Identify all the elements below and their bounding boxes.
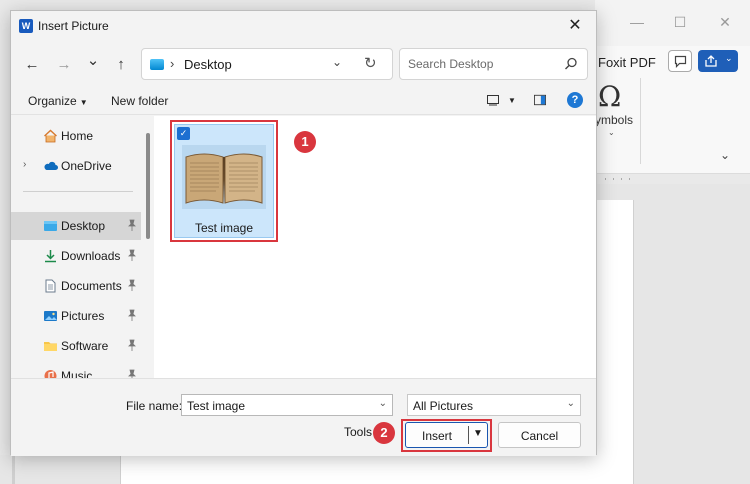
sidebar-item-label: Home	[61, 129, 94, 143]
music-icon	[44, 370, 57, 378]
navigation-bar: ← → ⌄ ↑ › Desktop ⌄ ↻	[11, 41, 596, 87]
ruler	[605, 178, 630, 180]
back-arrow-icon[interactable]: ←	[21, 54, 43, 76]
file-type-value: All Pictures	[413, 399, 474, 413]
chevron-down-icon: ⌄	[566, 398, 575, 409]
recent-locations-icon[interactable]: ⌄	[82, 50, 104, 72]
sidebar-item-label: Documents	[61, 279, 122, 293]
preview-pane-icon[interactable]	[534, 94, 546, 106]
document-page[interactable]	[595, 200, 634, 484]
pin-icon[interactable]	[127, 369, 137, 378]
vertical-ruler	[12, 455, 15, 484]
cloud-icon	[44, 161, 58, 170]
file-name-combobox[interactable]: ⌄	[181, 394, 393, 416]
highlight-box	[170, 120, 278, 242]
breadcrumb-desktop[interactable]: Desktop	[184, 57, 232, 72]
help-icon[interactable]: ?	[567, 92, 583, 108]
sidebar-item-label: Music	[61, 369, 93, 378]
dialog-footer: File name: ⌄ All Pictures ⌄ Tools 2 Inse…	[11, 378, 596, 456]
pin-icon[interactable]	[127, 339, 137, 351]
view-options-icon[interactable]	[487, 94, 499, 106]
chevron-down-icon[interactable]: ⌄	[332, 55, 342, 69]
word-app-icon: W	[19, 19, 33, 33]
pin-icon[interactable]	[127, 219, 137, 231]
cancel-button[interactable]: Cancel	[498, 422, 581, 448]
breadcrumb-separator[interactable]: ›	[170, 56, 174, 71]
share-button[interactable]: ⌄	[698, 50, 738, 72]
ribbon-divider	[640, 78, 641, 164]
sidebar-item-label: Pictures	[61, 309, 105, 323]
comments-button[interactable]	[668, 50, 692, 72]
document-icon	[45, 279, 56, 293]
folder-icon	[44, 342, 57, 351]
pin-icon[interactable]	[127, 309, 137, 321]
file-name-input[interactable]	[185, 398, 365, 414]
refresh-icon[interactable]: ↻	[364, 54, 377, 72]
sidebar-item-pictures[interactable]: Pictures	[11, 302, 141, 330]
tools-menu[interactable]: Tools	[344, 425, 372, 439]
sidebar-divider	[23, 191, 133, 192]
chevron-right-icon[interactable]: ›	[23, 159, 26, 170]
sidebar-item-label: Desktop	[61, 219, 106, 233]
foxit-pdf-tab[interactable]: Foxit PDF	[598, 55, 656, 70]
minimize-icon[interactable]: —	[629, 14, 645, 30]
highlight-box	[401, 419, 492, 452]
dialog-title: Insert Picture	[38, 19, 109, 33]
sidebar-scrollbar[interactable]	[146, 133, 150, 239]
comment-icon	[674, 55, 687, 68]
symbols-label[interactable]: ymbols	[595, 113, 633, 127]
organize-label: Organize	[28, 94, 77, 108]
address-bar[interactable]: › Desktop ⌄ ↻	[141, 48, 393, 80]
navigation-pane: Home › OneDrive Desktop Downloads Docume…	[11, 116, 144, 378]
pictures-icon	[44, 311, 57, 321]
file-name-field-label: File name:	[126, 399, 183, 413]
forward-arrow-icon[interactable]: →	[53, 54, 75, 76]
organize-menu[interactable]: Organize ▼	[28, 94, 88, 108]
home-icon	[44, 129, 57, 143]
new-folder-button[interactable]: New folder	[111, 94, 168, 108]
sidebar-item-home[interactable]: Home	[11, 122, 141, 150]
sidebar-item-onedrive[interactable]: › OneDrive	[11, 152, 141, 180]
chevron-down-icon: ⌄	[725, 53, 733, 63]
pin-icon[interactable]	[127, 249, 137, 261]
search-icon[interactable]	[563, 56, 579, 72]
sidebar-item-label: Downloads	[61, 249, 121, 263]
download-icon	[45, 250, 56, 263]
share-icon	[705, 55, 717, 67]
omega-icon[interactable]: Ω	[598, 80, 621, 113]
insert-picture-dialog: W Insert Picture ✕ ← → ⌄ ↑ › Desktop ⌄ ↻…	[10, 10, 597, 456]
sidebar-item-music[interactable]: Music	[11, 362, 141, 378]
file-type-select[interactable]: All Pictures ⌄	[407, 394, 581, 416]
maximize-icon[interactable]: ☐	[672, 14, 688, 30]
sidebar-item-software[interactable]: Software	[11, 332, 141, 360]
step-badge-2: 2	[373, 422, 395, 444]
document-page-bottom[interactable]	[120, 455, 634, 484]
chevron-down-icon[interactable]: ⌄	[379, 398, 387, 409]
dialog-titlebar: W Insert Picture ✕	[11, 11, 596, 41]
sidebar-item-desktop[interactable]: Desktop	[11, 212, 141, 240]
view-caret-icon[interactable]: ▼	[508, 96, 516, 105]
sidebar-item-downloads[interactable]: Downloads	[11, 242, 141, 270]
close-icon[interactable]: ✕	[564, 15, 586, 37]
sidebar-item-label: Software	[61, 339, 109, 353]
step-badge-1: 1	[294, 131, 316, 153]
desktop-folder-icon	[150, 59, 164, 70]
collapse-ribbon-icon[interactable]: ⌄	[720, 148, 730, 162]
up-arrow-icon[interactable]: ↑	[110, 54, 132, 76]
close-window-icon[interactable]: ✕	[717, 14, 733, 30]
cancel-label: Cancel	[520, 429, 559, 443]
command-bar: Organize ▼ New folder ▼ ?	[11, 87, 596, 115]
pin-icon[interactable]	[127, 279, 137, 291]
search-box[interactable]	[399, 48, 588, 80]
chevron-down-icon: ⌄	[608, 128, 615, 137]
desktop-icon	[44, 221, 57, 231]
word-titlebar: — ☐ ✕	[595, 0, 750, 46]
file-list[interactable]: ✓ Test image 1	[154, 116, 596, 378]
sidebar-item-documents[interactable]: Documents	[11, 272, 141, 300]
search-input[interactable]	[406, 56, 556, 72]
sidebar-item-label: OneDrive	[61, 159, 112, 173]
caret-down-icon: ▼	[79, 98, 88, 107]
